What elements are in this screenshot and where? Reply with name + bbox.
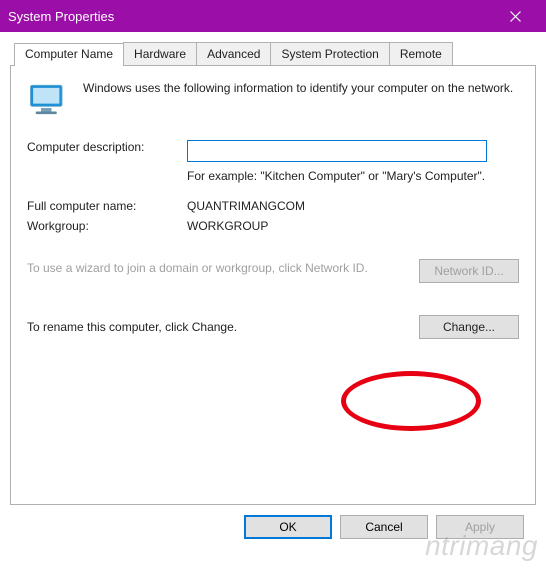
tab-computer-name[interactable]: Computer Name <box>14 43 124 66</box>
tab-advanced[interactable]: Advanced <box>196 42 271 65</box>
dialog-buttons: OK Cancel Apply <box>10 505 536 551</box>
intro-text: Windows uses the following information t… <box>83 80 513 122</box>
network-id-text: To use a wizard to join a domain or work… <box>27 259 419 277</box>
tab-panel: Windows uses the following information t… <box>10 65 536 505</box>
full-computer-name-value: QUANTRIMANGCOM <box>187 199 519 213</box>
workgroup-label: Workgroup: <box>27 219 187 233</box>
change-button[interactable]: Change... <box>419 315 519 339</box>
window-title: System Properties <box>8 9 493 24</box>
close-icon <box>510 11 521 22</box>
tab-remote[interactable]: Remote <box>389 42 453 65</box>
computer-description-hint: For example: "Kitchen Computer" or "Mary… <box>187 168 519 185</box>
tab-system-protection[interactable]: System Protection <box>270 42 389 65</box>
cancel-button[interactable]: Cancel <box>340 515 428 539</box>
computer-description-input[interactable] <box>187 140 487 162</box>
apply-button: Apply <box>436 515 524 539</box>
network-id-button: Network ID... <box>419 259 519 283</box>
tab-strip: Computer Name Hardware Advanced System P… <box>14 42 536 65</box>
computer-icon <box>27 80 69 122</box>
intro-row: Windows uses the following information t… <box>27 80 519 122</box>
computer-description-label: Computer description: <box>27 140 187 162</box>
annotation-ellipse <box>341 371 481 431</box>
ok-button[interactable]: OK <box>244 515 332 539</box>
content-area: Computer Name Hardware Advanced System P… <box>0 32 546 551</box>
workgroup-value: WORKGROUP <box>187 219 519 233</box>
rename-text: To rename this computer, click Change. <box>27 320 419 334</box>
full-computer-name-label: Full computer name: <box>27 199 187 213</box>
close-button[interactable] <box>493 0 538 32</box>
tab-hardware[interactable]: Hardware <box>123 42 197 65</box>
titlebar: System Properties <box>0 0 546 32</box>
